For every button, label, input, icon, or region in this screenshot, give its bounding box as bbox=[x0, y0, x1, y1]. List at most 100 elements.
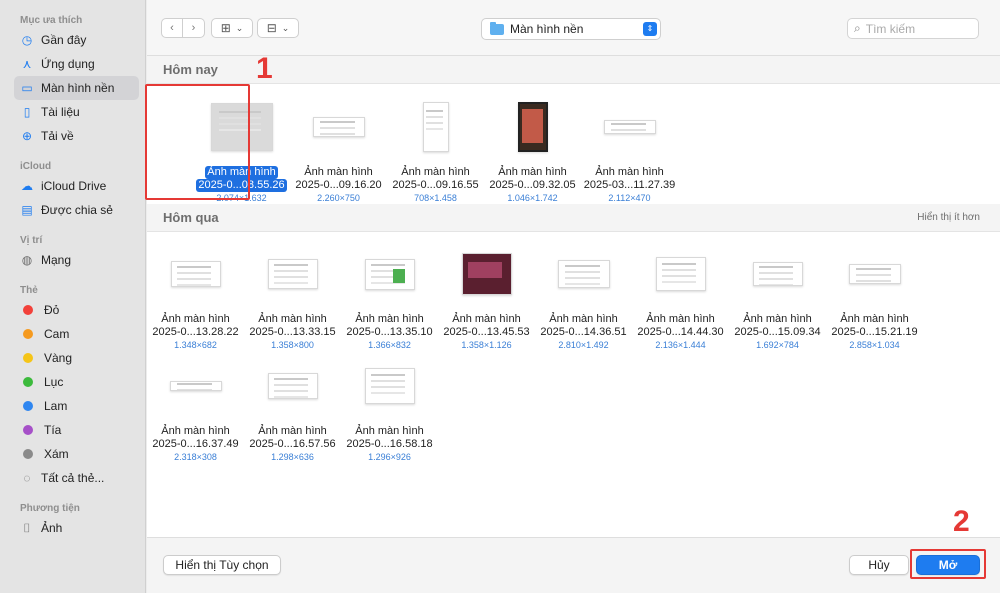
file-thumbnail bbox=[170, 261, 221, 287]
cancel-button[interactable]: Hủy bbox=[849, 555, 909, 575]
thumbnail-area bbox=[244, 239, 341, 309]
sidebar-item-tag-green[interactable]: Lục bbox=[0, 370, 145, 394]
sidebar-item-tag-blue[interactable]: Lam bbox=[0, 394, 145, 418]
show-less-link[interactable]: Hiển thị ít hơn bbox=[917, 204, 980, 232]
sidebar-item-documents[interactable]: ▯ Tài liệu bbox=[0, 100, 145, 124]
sidebar-item-photos[interactable]: ⌷ Ảnh bbox=[0, 516, 145, 540]
location-popup[interactable]: Màn hình nền ⇕ bbox=[481, 18, 661, 40]
chevron-down-icon: ⌄ bbox=[281, 22, 290, 33]
forward-button[interactable]: › bbox=[183, 18, 205, 38]
file-name-line2: 2025-0...09.16.20 bbox=[295, 179, 382, 191]
file-item[interactable]: Ảnh màn hình 2025-0...15.21.19 2.858×1.03… bbox=[826, 239, 923, 350]
sidebar-item-icloud-drive[interactable]: ☁ iCloud Drive bbox=[0, 174, 145, 198]
sidebar-item-downloads[interactable]: ⊕ Tải về bbox=[0, 124, 145, 148]
file-dimensions: 2.136×1.444 bbox=[655, 340, 706, 350]
search-input[interactable] bbox=[865, 21, 966, 36]
section-title: Hôm qua bbox=[163, 210, 219, 225]
updown-arrows-icon: ⇕ bbox=[643, 22, 657, 36]
file-name-line2: 2025-03...11.27.39 bbox=[583, 179, 676, 191]
blue-tag-dot-icon bbox=[23, 401, 33, 411]
view-mode-button[interactable]: ⊞ ⌄ bbox=[211, 18, 253, 38]
file-item[interactable]: Ảnh màn hình 2025-0...16.37.49 2.318×308 bbox=[147, 351, 244, 462]
desktop-icon: ▭ bbox=[21, 81, 33, 95]
section-header-today: Hôm nay bbox=[147, 56, 1000, 84]
file-item[interactable]: Ảnh màn hình 2025-0...14.36.51 2.810×1.49… bbox=[535, 239, 632, 350]
file-name-line2: 2025-0...16.58.18 bbox=[346, 438, 433, 450]
favorites-section: Mục ưa thích ◷ Gần đây ⋏ Ứng dụng ▭ Màn … bbox=[0, 14, 145, 148]
thumbnail-area bbox=[581, 92, 678, 162]
sidebar-item-label: Đỏ bbox=[44, 303, 60, 317]
file-item[interactable]: Ảnh màn hình 2025-0...09.32.05 1.046×1.74… bbox=[484, 92, 581, 203]
file-thumbnail bbox=[312, 117, 365, 137]
sidebar-item-label: Xám bbox=[44, 447, 69, 461]
file-item[interactable]: Ảnh màn hình 2025-0...15.09.34 1.692×784 bbox=[729, 239, 826, 350]
file-name-line1: Ảnh màn hình bbox=[355, 425, 424, 437]
main-panel: ‹ › ⊞ ⌄ ⊟ ⌄ Màn hình nền ⇕ ⌕ Hôm nay bbox=[147, 0, 1000, 593]
sidebar-item-tag-gray[interactable]: Xám bbox=[0, 442, 145, 466]
file-name-line1: Ảnh màn hình bbox=[498, 166, 567, 178]
file-thumbnail bbox=[461, 253, 512, 295]
search-field[interactable]: ⌕ bbox=[847, 18, 979, 39]
file-dimensions: 1.358×1.126 bbox=[461, 340, 512, 350]
file-name: Ảnh màn hình 2025-0...13.45.53 bbox=[438, 313, 535, 339]
sidebar-item-tag-yellow[interactable]: Vàng bbox=[0, 346, 145, 370]
file-thumbnail bbox=[557, 260, 610, 288]
file-item[interactable]: Ảnh màn hình 2025-0...14.44.30 2.136×1.44… bbox=[632, 239, 729, 350]
file-thumbnail bbox=[364, 258, 415, 290]
chevron-left-icon: ‹ bbox=[170, 22, 174, 34]
file-item[interactable]: Ảnh màn hình 2025-0...13.33.15 1.358×800 bbox=[244, 239, 341, 350]
sidebar-item-tag-orange[interactable]: Cam bbox=[0, 322, 145, 346]
sidebar-item-network[interactable]: ◍ Mạng bbox=[0, 248, 145, 272]
download-icon: ⊕ bbox=[21, 129, 33, 143]
sidebar-item-recents[interactable]: ◷ Gần đây bbox=[0, 28, 145, 52]
clock-icon: ◷ bbox=[21, 33, 33, 47]
file-thumbnail bbox=[169, 381, 222, 391]
file-name-line2: 2025-0...09.16.55 bbox=[392, 179, 479, 191]
sidebar-item-tag-purple[interactable]: Tía bbox=[0, 418, 145, 442]
file-name-line1: Ảnh màn hình bbox=[401, 166, 470, 178]
file-name-line1: Ảnh màn hình bbox=[304, 166, 373, 178]
thumbnail-area bbox=[387, 92, 484, 162]
file-name-line2: 2025-0...13.33.15 bbox=[249, 326, 336, 338]
step-number-1: 1 bbox=[256, 52, 273, 85]
sidebar-item-desktop[interactable]: ▭ Màn hình nền bbox=[14, 76, 139, 100]
file-name-line1: Ảnh màn hình bbox=[595, 166, 664, 178]
file-dimensions: 1.298×636 bbox=[271, 452, 314, 462]
file-name-line2: 2025-0...16.37.49 bbox=[152, 438, 239, 450]
media-section: Phương tiện ⌷ Ảnh bbox=[0, 502, 145, 540]
file-dimensions: 1.692×784 bbox=[756, 340, 799, 350]
file-name-line2: 2025-0...14.44.30 bbox=[637, 326, 724, 338]
file-item[interactable]: Ảnh màn hình 2025-0...16.57.56 1.298×636 bbox=[244, 351, 341, 462]
file-name: Ảnh màn hình 2025-0...09.32.05 bbox=[484, 166, 581, 192]
file-item[interactable]: Ảnh màn hình 2025-0...13.35.10 1.366×832 bbox=[341, 239, 438, 350]
highlight-box-file bbox=[145, 84, 250, 200]
file-item[interactable]: Ảnh màn hình 2025-0...13.28.22 1.348×682 bbox=[147, 239, 244, 350]
file-name: Ảnh màn hình 2025-03...11.27.39 bbox=[581, 166, 678, 192]
section-title: Hôm nay bbox=[163, 62, 218, 77]
chevron-right-icon: › bbox=[191, 22, 196, 34]
back-button[interactable]: ‹ bbox=[161, 18, 183, 38]
apps-icon: ⋏ bbox=[22, 57, 32, 71]
sidebar-item-label: Vàng bbox=[44, 351, 73, 365]
file-name-line2: 2025-0...13.28.22 bbox=[152, 326, 239, 338]
tags-header: Thẻ bbox=[20, 285, 38, 296]
sidebar-item-applications[interactable]: ⋏ Ứng dụng bbox=[0, 52, 145, 76]
group-by-button[interactable]: ⊟ ⌄ bbox=[257, 18, 299, 38]
icloud-header: iCloud bbox=[20, 161, 52, 172]
file-item[interactable]: Ảnh màn hình 2025-0...13.45.53 1.358×1.12… bbox=[438, 239, 535, 350]
sidebar-item-shared[interactable]: ▤ Được chia sẻ bbox=[0, 198, 145, 222]
sidebar-item-all-tags[interactable]: ◌ Tất cả thẻ... bbox=[0, 466, 145, 490]
file-name: Ảnh màn hình 2025-0...16.58.18 bbox=[341, 425, 438, 451]
sidebar-item-tag-red[interactable]: Đỏ bbox=[0, 298, 145, 322]
file-name: Ảnh màn hình 2025-0...16.37.49 bbox=[147, 425, 244, 451]
file-item[interactable]: Ảnh màn hình 2025-03...11.27.39 2.112×470 bbox=[581, 92, 678, 203]
yellow-tag-dot-icon bbox=[23, 353, 33, 363]
file-item[interactable]: Ảnh màn hình 2025-0...16.58.18 1.296×926 bbox=[341, 351, 438, 462]
show-options-button[interactable]: Hiển thị Tùy chọn bbox=[163, 555, 281, 575]
file-item[interactable]: Ảnh màn hình 2025-0...09.16.20 2.260×750 bbox=[290, 92, 387, 203]
file-item[interactable]: Ảnh màn hình 2025-0...09.16.55 708×1.458 bbox=[387, 92, 484, 203]
file-name: Ảnh màn hình 2025-0...14.44.30 bbox=[632, 313, 729, 339]
file-dimensions: 1.046×1.742 bbox=[507, 193, 558, 203]
thumbnail-area bbox=[147, 351, 244, 421]
file-name: Ảnh màn hình 2025-0...15.09.34 bbox=[729, 313, 826, 339]
